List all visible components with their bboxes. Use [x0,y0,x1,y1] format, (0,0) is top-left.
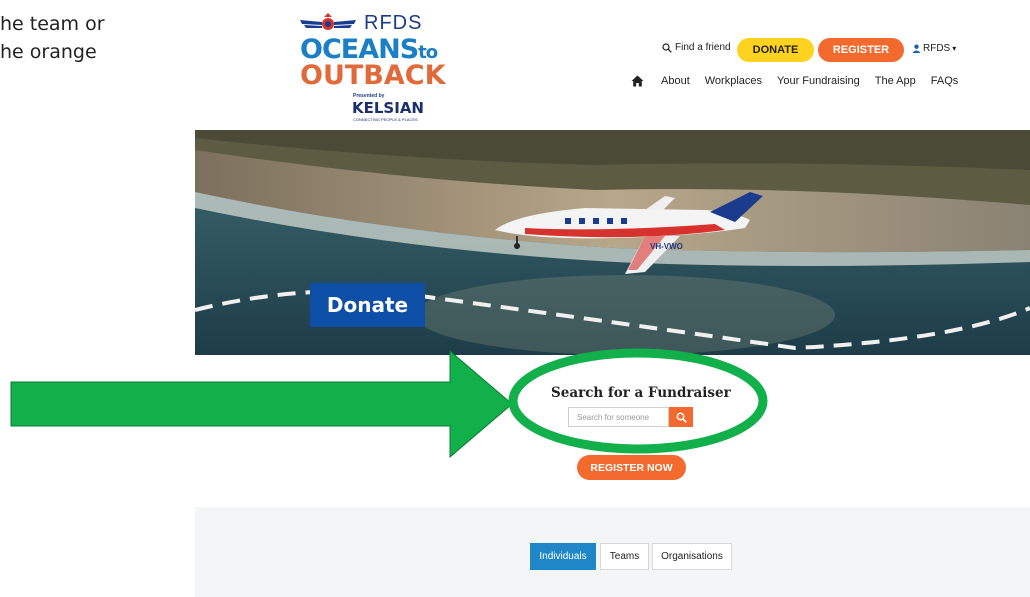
user-menu[interactable]: RFDS ▾ [912,43,956,54]
outback-wordmark: OUTBACK [300,60,446,91]
nav-item-faqs[interactable]: FAQs [931,75,959,87]
document-text-fragment: he team or he orange [0,10,105,66]
find-friend-label: Find a friend [675,42,731,53]
annotation-circle-icon [508,348,768,454]
home-icon[interactable] [631,75,644,87]
main-nav: About Workplaces Your Fundraising The Ap… [631,75,958,87]
register-button[interactable]: REGISTER [818,38,904,62]
search-icon [662,42,672,53]
find-friend-link[interactable]: Find a friend [662,42,731,53]
donate-banner[interactable]: Donate [310,283,425,327]
nav-item-your-fundraising[interactable]: Your Fundraising [777,75,860,87]
rfds-wordmark: RFDS [364,12,423,34]
search-icon [676,412,687,423]
aircraft-registration: VH-VWO [650,242,683,251]
search-button[interactable] [669,407,693,427]
rfds-logo-row: RFDS [300,10,423,34]
search-input[interactable]: Search for someone [568,407,669,427]
doc-line-2: he orange [0,41,97,63]
nav-item-the-app[interactable]: The App [875,75,916,87]
tab-teams[interactable]: Teams [600,543,649,570]
annotation-arrow-icon [10,350,513,458]
sponsor-wordmark: KELSIAN [352,99,424,117]
search-fundraiser-title: Search for a Fundraiser [551,385,731,401]
rfds-wings-icon [300,13,356,30]
donate-button[interactable]: DONATE [737,38,814,62]
doc-line-1: he team or [0,13,105,35]
user-icon [912,44,921,53]
chevron-down-icon: ▾ [952,44,957,53]
sponsor-tagline: CONNECTING PEOPLE & PLACES [353,117,418,122]
tab-individuals[interactable]: Individuals [530,543,596,570]
register-now-button[interactable]: REGISTER NOW [577,455,686,480]
nav-item-about[interactable]: About [661,75,690,87]
nav-item-workplaces[interactable]: Workplaces [705,75,762,87]
user-menu-label: RFDS [923,43,951,54]
hero-banner: VH-VWO Donate [195,130,1030,355]
tab-organisations[interactable]: Organisations [652,543,732,570]
site-logo[interactable]: RFDS OCEANSto OUTBACK Presented by KELSI… [296,6,446,122]
